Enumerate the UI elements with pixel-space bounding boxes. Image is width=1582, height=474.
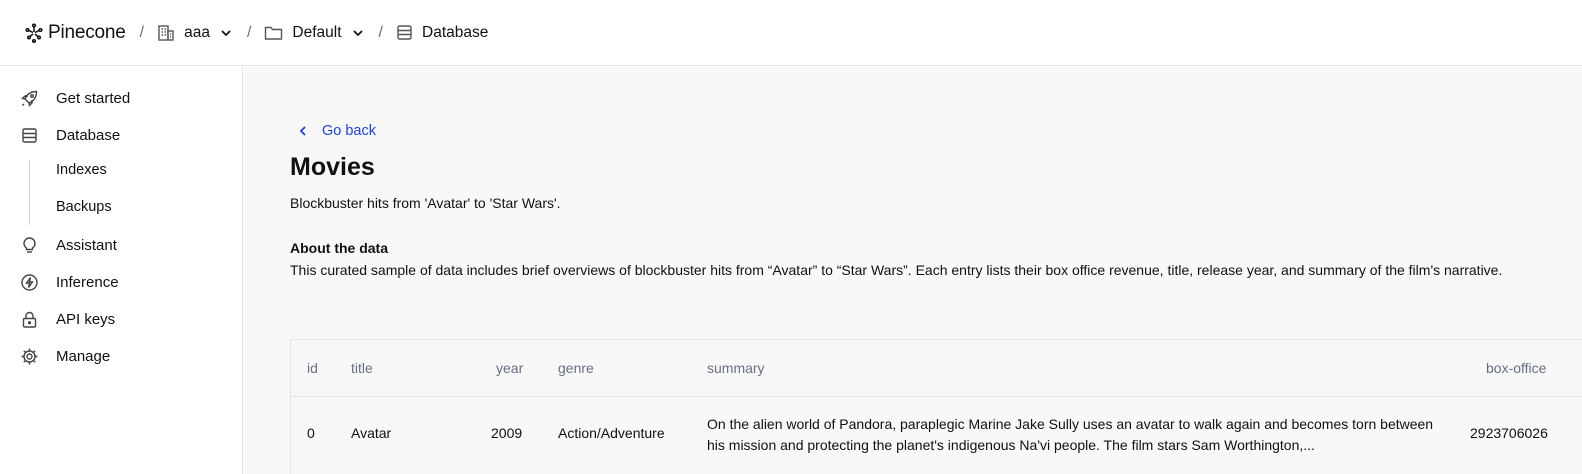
breadcrumb-label: aaa <box>184 23 210 41</box>
data-table: id title year genre summary box-office 0… <box>290 339 1582 474</box>
column-header-id[interactable]: id <box>307 360 318 376</box>
building-icon <box>158 24 174 41</box>
logo-text: Pinecone <box>48 21 126 43</box>
chevron-down-icon[interactable] <box>351 26 365 40</box>
sidebar-item-assistant[interactable]: Assistant <box>20 236 117 255</box>
main-content: Go back Movies Blockbuster hits from 'Av… <box>244 67 1582 474</box>
sidebar-item-label: Manage <box>56 348 111 365</box>
sidebar-subitem-backups[interactable]: Backups <box>56 199 112 215</box>
column-header-box-office[interactable]: box-office <box>1486 360 1546 376</box>
chevron-down-icon[interactable] <box>219 26 233 40</box>
column-header-summary[interactable]: summary <box>707 360 765 376</box>
cell-id: 0 <box>307 425 315 441</box>
sidebar-item-inference[interactable]: Inference <box>20 273 119 292</box>
table-header: id title year genre summary box-office <box>291 340 1582 397</box>
cell-title: Avatar <box>351 425 392 441</box>
sidebar-item-label: API keys <box>56 311 116 328</box>
sidebar-item-database[interactable]: Database <box>20 126 120 145</box>
column-header-genre[interactable]: genre <box>558 360 594 376</box>
cell-summary: On the alien world of Pandora, paraplegi… <box>707 416 1434 453</box>
lightbulb-icon <box>20 236 39 255</box>
breadcrumb-project[interactable]: Default <box>264 24 364 42</box>
go-back-link[interactable]: Go back <box>298 123 376 139</box>
cell-year: 2009 <box>491 425 523 441</box>
gear-icon <box>20 347 39 366</box>
submenu-divider <box>29 160 30 225</box>
database-icon <box>397 25 412 40</box>
sidebar-item-api-keys[interactable]: API keys <box>20 310 115 329</box>
pinecone-logo-icon <box>25 22 43 43</box>
breadcrumb-separator: / <box>139 23 145 41</box>
breadcrumb-label: Default <box>292 23 342 41</box>
sidebar-item-manage[interactable]: Manage <box>20 347 110 366</box>
bolt-icon <box>20 273 39 292</box>
folder-icon <box>265 26 283 40</box>
page-subtitle: Blockbuster hits from 'Avatar' to 'Star … <box>290 195 561 211</box>
about-heading: About the data <box>290 240 388 256</box>
column-header-year[interactable]: year <box>496 360 523 376</box>
breadcrumb-organization[interactable]: aaa <box>157 24 233 42</box>
about-text: This curated sample of data includes bri… <box>290 262 1503 278</box>
breadcrumb-separator: / <box>378 23 383 41</box>
chevron-left-icon <box>299 126 306 136</box>
page-title: Movies <box>290 153 375 181</box>
breadcrumb-label: Database <box>422 23 489 41</box>
sidebar-item-get-started[interactable]: Get started <box>20 89 130 108</box>
rocket-icon <box>20 89 39 108</box>
sidebar-item-label: Assistant <box>56 237 117 254</box>
column-header-title[interactable]: title <box>351 360 373 376</box>
cell-genre: Action/Adventure <box>558 425 665 441</box>
cell-box-office: 2923706026 <box>1470 425 1548 441</box>
database-icon <box>20 126 39 145</box>
sidebar-subitem-indexes[interactable]: Indexes <box>56 162 107 178</box>
sidebar-item-label: Database <box>56 127 121 144</box>
sidebar-item-label: Inference <box>56 274 119 291</box>
pinecone-logo[interactable]: Pinecone <box>24 22 126 44</box>
breadcrumb-database[interactable]: Database <box>396 24 488 42</box>
sidebar: Get started Database Indexes Backups Ass… <box>0 66 243 474</box>
top-bar: Pinecone / aaa / Default / Database <box>0 0 1582 66</box>
lock-icon <box>20 310 39 329</box>
breadcrumb-separator: / <box>246 23 252 41</box>
go-back-label: Go back <box>322 123 376 139</box>
sidebar-item-label: Get started <box>56 90 131 107</box>
